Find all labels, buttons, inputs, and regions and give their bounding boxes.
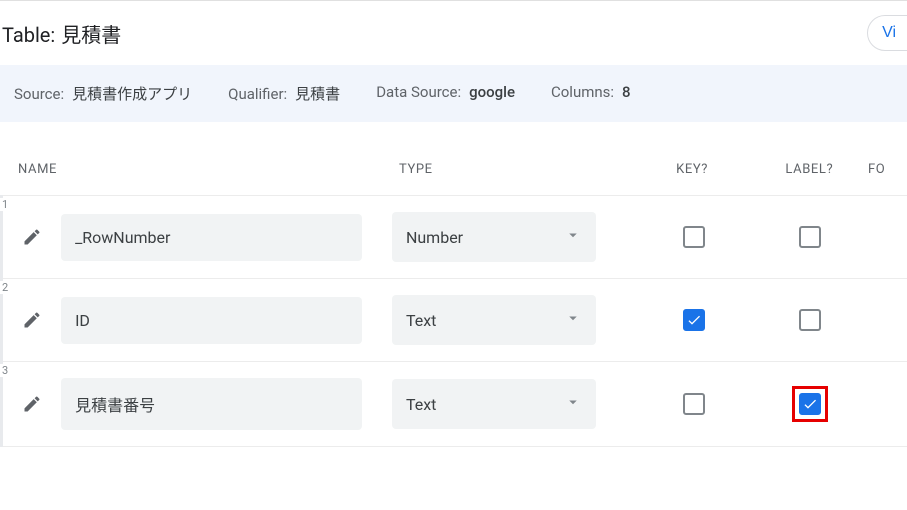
column-name-value: ID (75, 311, 90, 330)
info-columns-value: 8 (622, 83, 631, 101)
key-cell (636, 393, 752, 415)
info-datasource-label: Data Source: (376, 83, 461, 101)
info-source-label: Source: (14, 85, 64, 103)
info-source: Source: 見積書作成アプリ (14, 83, 192, 104)
chevron-down-icon (564, 393, 582, 415)
column-type-select[interactable]: Text (392, 295, 596, 345)
key-cell (636, 226, 752, 248)
column-type-select[interactable]: Number (392, 212, 596, 262)
info-columns: Columns: 8 (551, 83, 631, 104)
column-name-value: _RowNumber (75, 228, 170, 247)
table-title-value: 見積書 (61, 19, 121, 48)
columns-list: 1 _RowNumber Number 2 ID Text 3 見積書番号 Text (0, 195, 907, 447)
chevron-down-icon (564, 309, 582, 331)
info-datasource-value: google (469, 83, 515, 101)
label-cell (752, 386, 868, 422)
key-checkbox[interactable] (683, 393, 705, 415)
header-name: NAME (18, 162, 399, 177)
table-info-bar: Source: 見積書作成アプリ Qualifier: 見積書 Data Sou… (0, 65, 907, 122)
column-name-field[interactable]: _RowNumber (61, 214, 362, 261)
view-button[interactable]: Vi (867, 15, 907, 51)
pencil-icon (22, 394, 42, 414)
info-qualifier: Qualifier: 見積書 (228, 83, 340, 104)
column-type-value: Text (406, 311, 436, 330)
info-datasource: Data Source: google (376, 83, 515, 104)
row-index: 3 (0, 364, 10, 377)
label-checkbox[interactable] (799, 309, 821, 331)
info-source-value: 見積書作成アプリ (72, 83, 192, 104)
pencil-icon (22, 227, 42, 247)
key-checkbox[interactable] (683, 226, 705, 248)
row-index: 1 (0, 198, 10, 211)
column-type-select[interactable]: Text (392, 379, 596, 429)
header-formula: FO (868, 162, 907, 177)
chevron-down-icon (564, 226, 582, 248)
row-index: 2 (0, 281, 10, 294)
key-cell (636, 309, 752, 331)
header-type: TYPE (399, 162, 633, 177)
header-label: LABEL? (751, 162, 868, 177)
table-row: 2 ID Text (3, 279, 907, 362)
column-name-field[interactable]: 見積書番号 (61, 378, 362, 430)
edit-column-button[interactable] (16, 304, 48, 336)
header-key: KEY? (633, 162, 750, 177)
table-row: 1 _RowNumber Number (3, 195, 907, 279)
column-type-value: Text (406, 395, 436, 414)
column-name-value: 見積書番号 (75, 392, 155, 416)
table-row: 3 見積書番号 Text (3, 362, 907, 447)
column-headers: NAME TYPE KEY? LABEL? FO (0, 122, 907, 195)
edit-column-button[interactable] (16, 388, 48, 420)
column-name-field[interactable]: ID (61, 297, 362, 344)
label-checkbox[interactable] (799, 393, 821, 415)
label-cell (752, 226, 868, 248)
info-qualifier-label: Qualifier: (228, 85, 287, 103)
edit-column-button[interactable] (16, 221, 48, 253)
key-checkbox[interactable] (683, 309, 705, 331)
column-type-value: Number (406, 228, 463, 247)
label-checkbox[interactable] (799, 226, 821, 248)
table-title-row: Table: 見積書 Vi (0, 15, 907, 65)
info-qualifier-value: 見積書 (295, 83, 340, 104)
pencil-icon (22, 310, 42, 330)
label-cell (752, 309, 868, 331)
table-title-label: Table: (2, 23, 55, 47)
info-columns-label: Columns: (551, 83, 614, 101)
